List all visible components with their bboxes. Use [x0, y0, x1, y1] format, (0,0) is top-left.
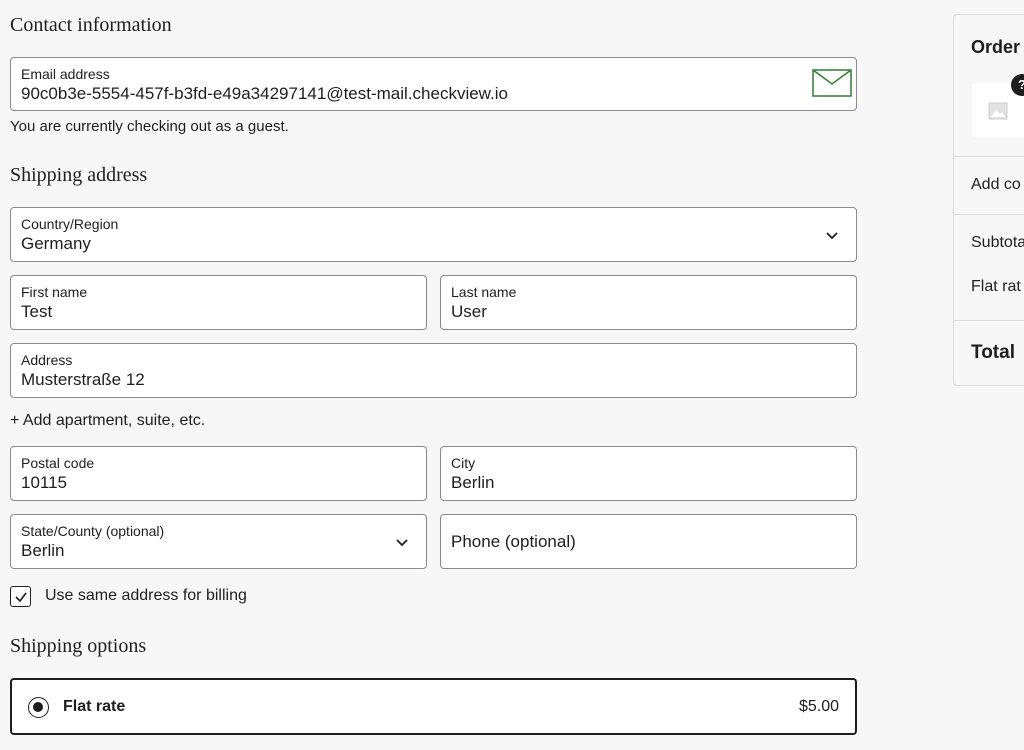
address-label: Address — [21, 352, 73, 368]
add-coupon-link[interactable]: Add co — [971, 176, 1021, 194]
address-value: Musterstraße 12 — [21, 370, 145, 389]
mail-icon — [812, 69, 852, 97]
flat-rate-label: Flat rat — [971, 278, 1021, 295]
last-name-label: Last name — [451, 284, 517, 300]
total-label: Total — [971, 342, 1015, 363]
billing-same-checkbox[interactable] — [10, 586, 31, 607]
shipping-option-price: $5.00 — [798, 698, 839, 715]
phone-field[interactable]: Phone (optional) — [440, 514, 857, 569]
divider — [954, 320, 1024, 321]
first-name-value: Test — [21, 302, 53, 321]
image-placeholder-icon — [988, 102, 1008, 120]
postal-code-field[interactable]: Postal code 10115 — [10, 446, 427, 501]
city-label: City — [451, 455, 476, 471]
state-label: State/County (optional) — [21, 523, 165, 539]
state-select[interactable]: State/County (optional) Berlin — [10, 514, 427, 569]
city-field[interactable]: City Berlin — [440, 446, 857, 501]
checkmark-icon — [15, 592, 27, 603]
chevron-down-icon — [826, 232, 838, 240]
state-value: Berlin — [21, 541, 65, 560]
subtotal-label: Subtota — [971, 234, 1024, 251]
contact-section-title: Contact information — [10, 14, 172, 36]
divider — [954, 214, 1024, 215]
divider — [954, 156, 1024, 157]
postal-code-label: Postal code — [21, 455, 95, 471]
country-label: Country/Region — [21, 216, 119, 232]
country-value: Germany — [21, 234, 91, 253]
country-select[interactable]: Country/Region Germany — [10, 207, 857, 262]
guest-note: You are currently checking out as a gues… — [10, 118, 289, 135]
shipping-section-title: Shipping address — [10, 164, 148, 186]
email-label: Email address — [21, 66, 110, 82]
email-value: 90c0b3e-5554-457f-b3fd-e49a34297141@test… — [21, 84, 508, 103]
last-name-field[interactable]: Last name User — [440, 275, 857, 330]
shipping-option-name: Flat rate — [63, 698, 126, 715]
radio-selected[interactable] — [28, 697, 49, 718]
first-name-label: First name — [21, 284, 88, 300]
billing-same-label[interactable]: Use same address for billing — [45, 587, 247, 605]
phone-placeholder: Phone (optional) — [451, 532, 576, 551]
city-value: Berlin — [451, 473, 495, 492]
first-name-field[interactable]: First name Test — [10, 275, 427, 330]
last-name-value: User — [451, 302, 487, 321]
address-field[interactable]: Address Musterstraße 12 — [10, 343, 857, 398]
email-field[interactable]: Email address 90c0b3e-5554-457f-b3fd-e49… — [10, 57, 857, 111]
shipping-option-flat-rate[interactable]: Flat rate $5.00 — [10, 678, 857, 735]
shipping-options-title: Shipping options — [10, 635, 147, 657]
order-summary-title: Order — [971, 37, 1021, 57]
chevron-down-icon — [396, 539, 408, 547]
add-apartment-link[interactable]: + Add apartment, suite, etc. — [10, 412, 205, 430]
postal-code-value: 10115 — [21, 473, 68, 492]
order-summary-panel: Order ? Add co Subtota Flat rat Total — [953, 14, 1024, 386]
